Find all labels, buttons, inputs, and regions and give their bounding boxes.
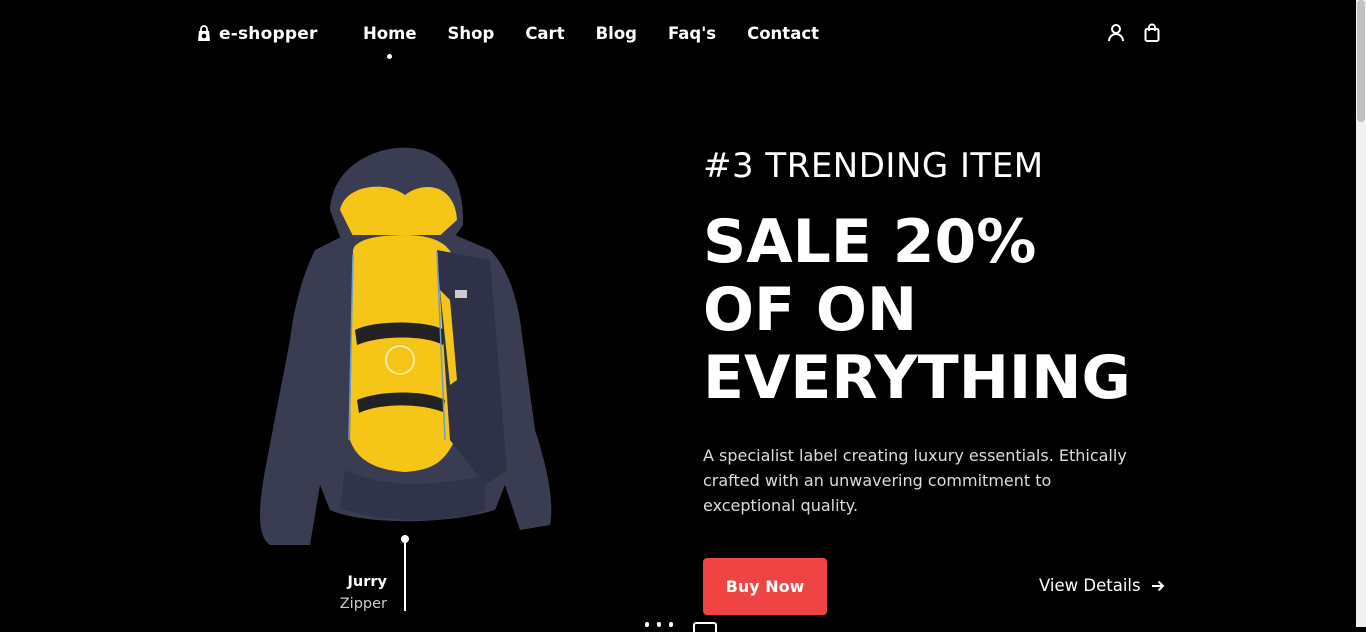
header: e-shopper Home Shop Cart Blog Faq's Cont… [0, 0, 1356, 70]
shopping-bag-logo-icon [198, 25, 210, 41]
nav-home[interactable]: Home [363, 24, 417, 59]
scroll-down-icon[interactable] [693, 622, 717, 632]
slider-dot[interactable] [669, 622, 673, 627]
nav-cart[interactable]: Cart [525, 24, 564, 43]
shopping-bag-icon[interactable] [1143, 23, 1161, 43]
view-details-label: View Details [1039, 576, 1141, 595]
logo-text: e-shopper [219, 24, 318, 44]
slider-dot[interactable] [645, 622, 649, 627]
nav-contact[interactable]: Contact [747, 24, 819, 43]
product-pin-dot[interactable] [401, 535, 409, 543]
headline-line-1: SALE 20% [703, 207, 1037, 277]
logo[interactable]: e-shopper [195, 24, 318, 44]
slider-controls-partial [645, 622, 717, 632]
scrollbar-thumb[interactable] [1357, 0, 1365, 122]
hero-tagline: #3 TRENDING ITEM [703, 146, 1044, 186]
jacket-product-image [260, 147, 552, 545]
hero-headline: SALE 20% OF ON EVERYTHING [703, 208, 1223, 412]
page-scrollbar[interactable] [1356, 0, 1366, 627]
view-details-link[interactable]: View Details [1039, 576, 1165, 595]
main-nav: Home Shop Cart Blog Faq's Contact [363, 24, 850, 59]
buy-now-button[interactable]: Buy Now [703, 558, 827, 615]
product-pin-subtitle: Zipper [339, 596, 387, 612]
hero-description: A specialist label creating luxury essen… [703, 446, 1127, 515]
user-icon[interactable] [1107, 23, 1125, 43]
product-pin-name: Jurry [347, 574, 387, 590]
nav-shop[interactable]: Shop [448, 24, 495, 43]
header-actions [1107, 23, 1161, 43]
headline-line-3: EVERYTHING [703, 343, 1131, 413]
slider-dot[interactable] [657, 622, 661, 627]
nav-faqs[interactable]: Faq's [668, 24, 716, 43]
headline-line-2: OF ON [703, 275, 918, 345]
nav-blog[interactable]: Blog [596, 24, 637, 43]
product-pin-line [404, 536, 406, 611]
arrow-right-icon [1151, 580, 1165, 591]
